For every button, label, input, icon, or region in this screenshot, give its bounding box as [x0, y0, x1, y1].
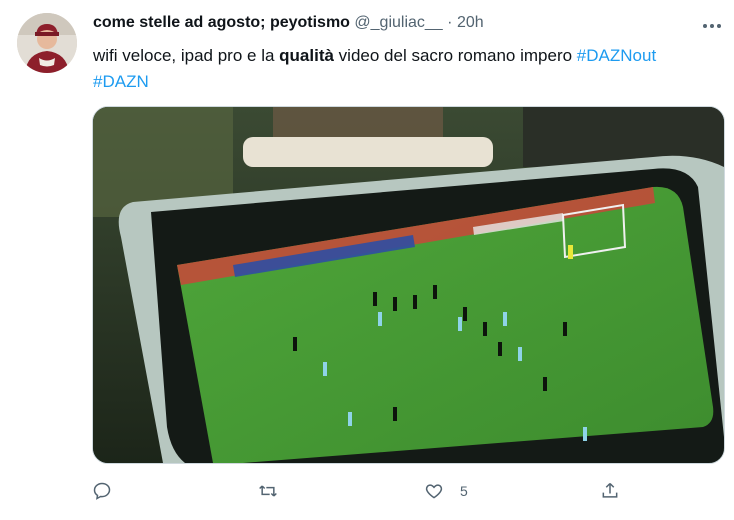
reply-button[interactable]: [92, 478, 128, 504]
share-icon: [602, 482, 618, 498]
hashtag-link[interactable]: #DAZNout: [577, 46, 656, 65]
tweet-text-part: video del sacro romano impero: [333, 46, 577, 65]
tweet-header: come stelle ad agosto; peyotismo @_giuli…: [93, 14, 484, 32]
retweet-button[interactable]: [258, 478, 294, 504]
share-button[interactable]: [600, 478, 636, 504]
like-count: 5: [460, 483, 468, 499]
like-icon: [425, 484, 443, 499]
display-name[interactable]: come stelle ad agosto; peyotismo: [93, 14, 350, 31]
hashtag-link[interactable]: #DAZN: [93, 72, 149, 91]
user-handle[interactable]: @_giuliac__: [354, 14, 442, 31]
timestamp[interactable]: 20h: [457, 14, 484, 31]
tweet-actions: 5: [92, 478, 722, 504]
tweet-text: wifi veloce, ipad pro e la qualità video…: [93, 43, 723, 95]
separator-dot: ·: [447, 14, 453, 31]
tweet-text-bold: qualità: [279, 46, 334, 65]
reply-icon: [93, 482, 111, 500]
tweet-media[interactable]: [92, 106, 725, 464]
tweet[interactable]: come stelle ad agosto; peyotismo @_giuli…: [0, 0, 734, 520]
avatar[interactable]: [17, 13, 77, 73]
tweet-text-part: wifi veloce, ipad pro e la: [93, 46, 280, 65]
like-button[interactable]: 5: [424, 478, 468, 504]
retweet-icon: [259, 485, 277, 497]
more-icon[interactable]: [700, 14, 724, 38]
avatar-image: [17, 13, 77, 73]
media-image: [93, 107, 724, 463]
